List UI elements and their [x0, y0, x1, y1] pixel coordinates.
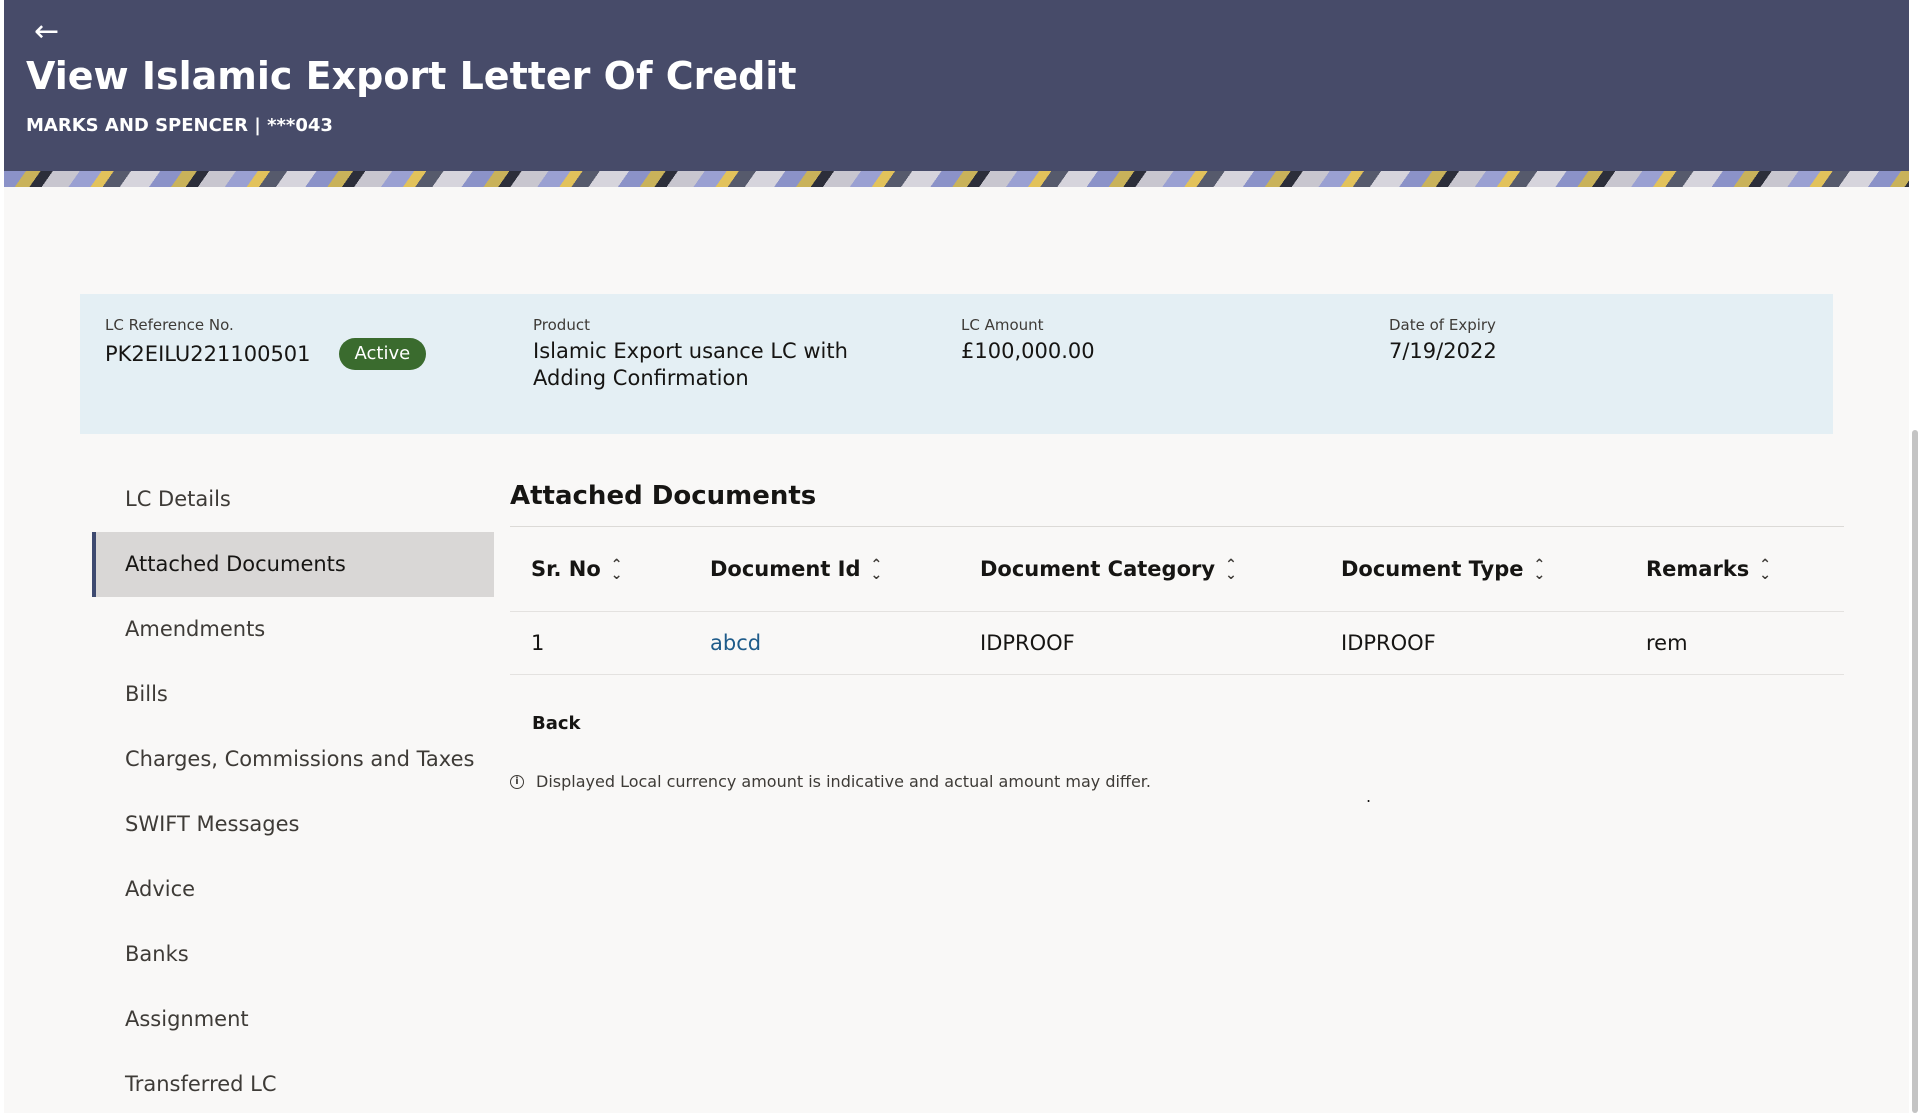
expiry-date-label: Date of Expiry [1389, 316, 1496, 334]
product-field: Product Islamic Export usance LC with Ad… [533, 316, 923, 392]
expiry-date-field: Date of Expiry 7/19/2022 [1389, 316, 1497, 365]
sort-icon[interactable]: ⌃ ⌄ [1225, 558, 1237, 582]
cell-document-id: abcd [689, 611, 959, 675]
cell-sr-no: 1 [510, 611, 689, 675]
nav-item-transferred-lc[interactable]: Transferred LC [92, 1052, 494, 1113]
header-decorative-band [4, 171, 1909, 187]
product-value: Islamic Export usance LC with Adding Con… [533, 339, 848, 390]
table-row: 1 abcd IDPROOF IDPROOF rem [510, 611, 1844, 675]
page-subtitle: MARKS AND SPENCER | ***043 [26, 115, 333, 136]
column-header-sr-no[interactable]: Sr. No ⌃ ⌄ [510, 527, 689, 612]
side-navigation: LC Details Attached Documents Amendments… [92, 467, 494, 1113]
column-header-label: Document Type [1341, 557, 1524, 581]
app-window: ← View Islamic Export Letter Of Credit M… [4, 0, 1909, 1113]
lc-reference-field: LC Reference No. PK2EILU221100501 Active [105, 316, 427, 370]
info-icon: i [510, 774, 524, 789]
column-header-remarks[interactable]: Remarks ⌃ ⌄ [1625, 527, 1844, 612]
nav-item-amendments[interactable]: Amendments [92, 597, 494, 662]
nav-item-bills[interactable]: Bills [92, 662, 494, 727]
nav-item-attached-documents[interactable]: Attached Documents [92, 532, 494, 597]
lc-amount-value: £100,000.00 [961, 339, 1095, 363]
scrollbar-thumb[interactable] [1912, 430, 1918, 1113]
column-header-label: Document Id [710, 557, 861, 581]
nav-item-advice[interactable]: Advice [92, 857, 494, 922]
lc-summary-card: LC Reference No. PK2EILU221100501 Active… [80, 294, 1833, 434]
cell-document-category: IDPROOF [959, 611, 1320, 675]
nav-item-charges[interactable]: Charges, Commissions and Taxes [92, 727, 494, 792]
currency-disclaimer: i Displayed Local currency amount is ind… [510, 772, 1844, 791]
column-header-label: Document Category [980, 557, 1216, 581]
lc-amount-label: LC Amount [961, 316, 1044, 334]
page-title: View Islamic Export Letter Of Credit [26, 54, 797, 98]
sort-icon[interactable]: ⌃ ⌄ [1759, 558, 1771, 582]
status-badge: Active [338, 338, 427, 370]
table-header-row: Sr. No ⌃ ⌄ Document Id ⌃ ⌄ Document Category… [510, 527, 1844, 612]
sort-icon[interactable]: ⌃ ⌄ [1533, 558, 1545, 582]
column-header-label: Remarks [1646, 557, 1750, 581]
page-header: ← View Islamic Export Letter Of Credit M… [4, 0, 1909, 171]
column-header-label: Sr. No [531, 557, 601, 581]
column-header-document-id[interactable]: Document Id ⌃ ⌄ [689, 527, 959, 612]
attached-documents-table: Sr. No ⌃ ⌄ Document Id ⌃ ⌄ Document Category… [510, 527, 1844, 675]
document-id-link[interactable]: abcd [710, 631, 761, 655]
nav-item-swift-messages[interactable]: SWIFT Messages [92, 792, 494, 857]
nav-item-lc-details[interactable]: LC Details [92, 467, 494, 532]
back-button[interactable]: Back [518, 705, 595, 742]
cell-remarks: rem [1625, 611, 1844, 675]
sort-icon[interactable]: ⌃ ⌄ [611, 558, 623, 582]
sort-icon[interactable]: ⌃ ⌄ [871, 558, 883, 582]
back-arrow-icon[interactable]: ← [34, 14, 74, 50]
nav-item-assignment[interactable]: Assignment [92, 987, 494, 1052]
nav-item-banks[interactable]: Banks [92, 922, 494, 987]
cell-document-type: IDPROOF [1320, 611, 1625, 675]
lc-amount-field: LC Amount £100,000.00 [961, 316, 1095, 365]
expiry-date-value: 7/19/2022 [1389, 339, 1497, 363]
column-header-document-type[interactable]: Document Type ⌃ ⌄ [1320, 527, 1625, 612]
column-header-document-category[interactable]: Document Category ⌃ ⌄ [959, 527, 1320, 612]
product-label: Product [533, 316, 590, 334]
lc-reference-label: LC Reference No. [105, 316, 234, 334]
stray-dot: . [1366, 787, 1372, 806]
section-title: Attached Documents [510, 470, 1844, 527]
disclaimer-text: Displayed Local currency amount is indic… [536, 772, 1151, 791]
lc-reference-value: PK2EILU221100501 [105, 341, 311, 366]
main-content: Attached Documents Sr. No ⌃ ⌄ Document Id ⌃… [510, 470, 1844, 791]
